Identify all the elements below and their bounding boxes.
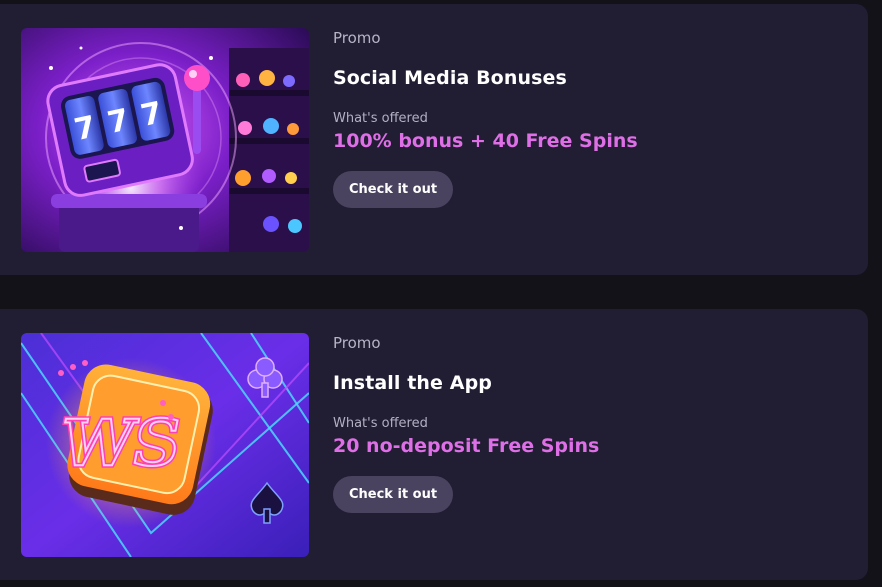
offer-value: 20 no-deposit Free Spins	[333, 435, 600, 457]
offer-value: 100% bonus + 40 Free Spins	[333, 130, 638, 152]
check-it-out-button[interactable]: Check it out	[333, 476, 453, 513]
ws-logo-image: WS WS	[21, 333, 309, 557]
promo-tag: Promo	[333, 29, 381, 47]
check-it-out-button[interactable]: Check it out	[333, 171, 453, 208]
slot-machine-image: 7 7 7	[21, 28, 309, 252]
offer-label: What's offered	[333, 111, 428, 126]
promo-title: Social Media Bonuses	[333, 67, 567, 89]
promo-tag: Promo	[333, 334, 381, 352]
svg-text:WS: WS	[62, 406, 180, 481]
promo-title: Install the App	[333, 372, 492, 394]
promo-card-install-app: WS WS Promo Install the App What's offer…	[0, 309, 868, 580]
offer-label: What's offered	[333, 416, 428, 431]
promo-card-social-media: 7 7 7 Promo Social Media Bonuses What's …	[0, 4, 868, 275]
